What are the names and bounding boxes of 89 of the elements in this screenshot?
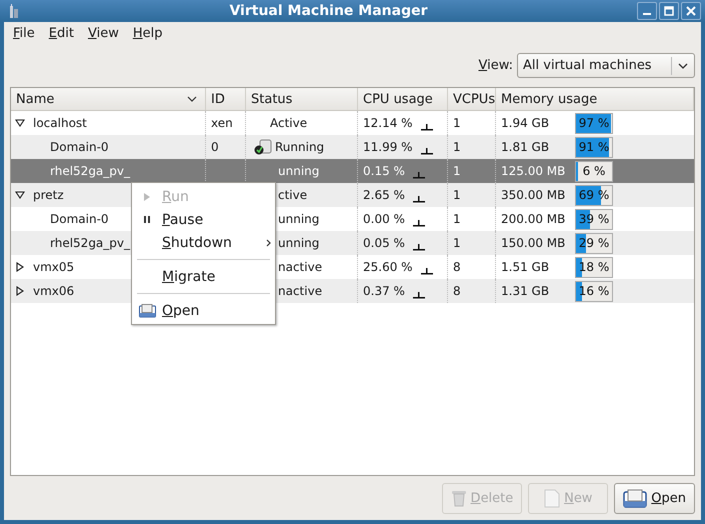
close-icon xyxy=(686,6,696,16)
machine-id: 0 xyxy=(211,140,219,154)
machine-status: unning xyxy=(278,212,320,226)
machine-name: Domain-0 xyxy=(50,212,109,226)
column-header[interactable]: Memory usage xyxy=(496,88,694,110)
monitor-icon xyxy=(138,304,156,318)
column-header[interactable]: Status xyxy=(246,88,358,110)
machine-status: Active xyxy=(270,116,308,130)
cpu-sparkline xyxy=(412,241,425,251)
memory-bar: 97 % xyxy=(575,112,613,134)
menu-item[interactable]: View xyxy=(80,26,126,40)
vcpu-count: 1 xyxy=(453,140,461,154)
machine-status: Running xyxy=(275,140,324,154)
machine-status: nactive xyxy=(278,284,322,298)
cpu-sparkline xyxy=(412,289,425,299)
cpu-usage: 11.99 % xyxy=(363,140,413,154)
cpu-sparkline xyxy=(420,145,433,155)
dropdown-arrow-icon xyxy=(671,56,688,74)
cpu-usage: 2.65 % xyxy=(363,188,405,202)
memory-usage: 150.00 MB xyxy=(501,236,566,250)
app-icon xyxy=(8,4,20,18)
minimize-icon xyxy=(643,13,651,15)
vcpu-count: 1 xyxy=(453,164,461,178)
column-header[interactable]: CPU usage xyxy=(358,88,448,110)
monitor-icon xyxy=(623,488,648,508)
expanded-triangle-icon[interactable] xyxy=(15,190,25,200)
cpu-usage: 25.60 % xyxy=(363,260,413,274)
trash-icon xyxy=(450,489,467,507)
context-menu-item[interactable]: Shutdown xyxy=(132,231,275,254)
vcpu-count: 8 xyxy=(453,260,461,274)
machine-name: Domain-0 xyxy=(50,140,109,154)
cpu-usage: 0.00 % xyxy=(363,212,405,226)
collapsed-triangle-icon[interactable] xyxy=(15,262,25,272)
table-row[interactable]: Domain-0 0 Running 11.99 % 1 1.81 GB 91 % xyxy=(11,135,694,159)
cpu-usage: 12.14 % xyxy=(363,116,413,130)
menu-item[interactable]: File xyxy=(6,26,42,40)
menu-item[interactable]: Help xyxy=(126,26,170,40)
machine-name: pretz xyxy=(33,188,64,202)
context-menu-item[interactable]: Pause xyxy=(132,208,275,231)
view-dropdown[interactable]: All virtual machines xyxy=(517,53,695,78)
cpu-sparkline xyxy=(412,217,425,227)
machine-id: xen xyxy=(211,116,233,130)
memory-usage: 1.31 GB xyxy=(501,284,550,298)
pause-icon xyxy=(144,216,150,223)
machine-status: ctive xyxy=(278,188,308,202)
menu-item[interactable]: Edit xyxy=(42,26,81,40)
column-header[interactable]: Name xyxy=(11,88,206,110)
memory-usage: 200.00 MB xyxy=(501,212,566,226)
collapsed-triangle-icon[interactable] xyxy=(15,286,25,296)
vcpu-count: 8 xyxy=(453,284,461,298)
table-row[interactable]: rhel52ga_pv_ unning 0.15 % 1 125.00 MB 6 % xyxy=(11,159,694,183)
machine-status: unning xyxy=(278,164,320,178)
window-title: Virtual Machine Manager xyxy=(228,3,429,19)
cpu-sparkline xyxy=(412,169,425,179)
machine-name: vmx05 xyxy=(33,260,74,274)
button[interactable]: Open xyxy=(614,482,695,514)
vcpu-count: 1 xyxy=(453,212,461,226)
column-header[interactable]: VCPUs xyxy=(448,88,496,110)
close-button[interactable] xyxy=(681,2,701,20)
new-document-icon xyxy=(544,488,560,508)
memory-usage: 350.00 MB xyxy=(501,188,566,202)
cpu-usage: 0.37 % xyxy=(363,284,405,298)
cpu-sparkline xyxy=(420,265,433,275)
machine-status: unning xyxy=(278,236,320,250)
memory-usage: 1.81 GB xyxy=(501,140,550,154)
view-label: View: xyxy=(478,58,513,73)
maximize-button[interactable] xyxy=(659,2,679,20)
minimize-button[interactable] xyxy=(637,2,657,20)
maximize-icon xyxy=(664,6,674,16)
machine-name: localhost xyxy=(33,116,87,130)
memory-usage: 1.94 GB xyxy=(501,116,550,130)
cpu-usage: 0.15 % xyxy=(363,164,405,178)
memory-usage: 1.51 GB xyxy=(501,260,550,274)
column-header[interactable]: ID xyxy=(206,88,246,110)
vcpu-count: 1 xyxy=(453,116,461,130)
memory-usage: 125.00 MB xyxy=(501,164,566,178)
memory-bar: 6 % xyxy=(575,160,613,182)
cpu-sparkline xyxy=(420,121,433,131)
cpu-sparkline xyxy=(412,193,425,203)
machine-status: nactive xyxy=(278,260,322,274)
machine-name: rhel52ga_pv_ xyxy=(50,236,130,250)
vcpu-count: 1 xyxy=(453,236,461,250)
machine-name: vmx06 xyxy=(33,284,74,298)
vcpu-count: 1 xyxy=(453,188,461,202)
machine-name: rhel52ga_pv_ xyxy=(50,164,130,178)
memory-bar: 91 % xyxy=(575,136,613,158)
expanded-triangle-icon[interactable] xyxy=(15,118,25,128)
cpu-usage: 0.05 % xyxy=(363,236,405,250)
play-icon xyxy=(144,192,150,200)
